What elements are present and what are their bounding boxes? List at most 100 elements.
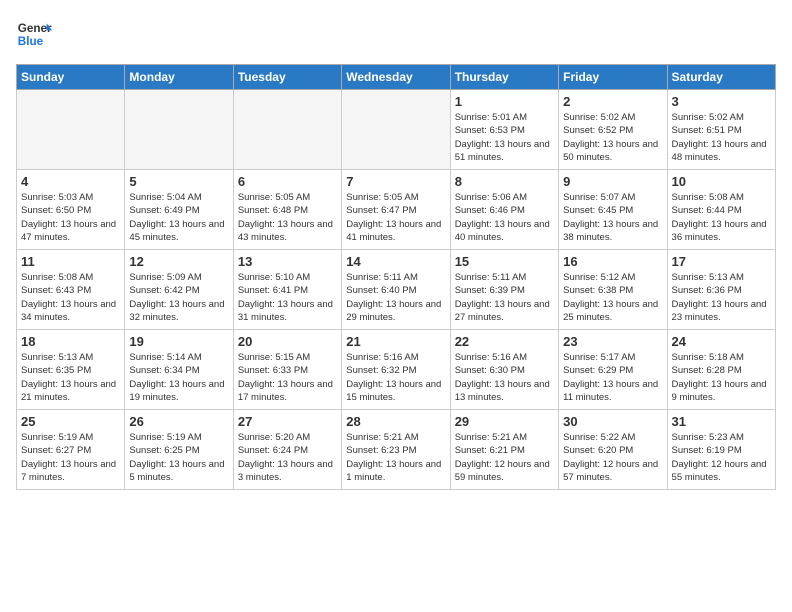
- day-detail: Sunrise: 5:08 AMSunset: 6:43 PMDaylight:…: [21, 271, 120, 324]
- day-number: 20: [238, 334, 337, 349]
- dow-header-monday: Monday: [125, 65, 233, 90]
- calendar-cell: 24 Sunrise: 5:18 AMSunset: 6:28 PMDayligh…: [667, 330, 775, 410]
- day-number: 11: [21, 254, 120, 269]
- day-detail: Sunrise: 5:07 AMSunset: 6:45 PMDaylight:…: [563, 191, 662, 244]
- day-detail: Sunrise: 5:10 AMSunset: 6:41 PMDaylight:…: [238, 271, 337, 324]
- day-number: 18: [21, 334, 120, 349]
- day-number: 23: [563, 334, 662, 349]
- day-number: 6: [238, 174, 337, 189]
- day-number: 16: [563, 254, 662, 269]
- calendar-cell: 1Sunrise: 5:01 AMSunset: 6:53 PMDaylight…: [450, 90, 558, 170]
- day-number: 8: [455, 174, 554, 189]
- day-detail: Sunrise: 5:13 AMSunset: 6:35 PMDaylight:…: [21, 351, 120, 404]
- day-number: 24: [672, 334, 771, 349]
- calendar-cell: 21 Sunrise: 5:16 AMSunset: 6:32 PMDayligh…: [342, 330, 450, 410]
- week-row-1: 1Sunrise: 5:01 AMSunset: 6:53 PMDaylight…: [17, 90, 776, 170]
- day-detail: Sunrise: 5:21 AMSunset: 6:21 PMDaylight:…: [455, 431, 554, 484]
- day-detail: Sunrise: 5:11 AMSunset: 6:39 PMDaylight:…: [455, 271, 554, 324]
- day-detail: Sunrise: 5:02 AMSunset: 6:52 PMDaylight:…: [563, 111, 662, 164]
- day-detail: Sunrise: 5:20 AMSunset: 6:24 PMDaylight:…: [238, 431, 337, 484]
- calendar-cell: 15 Sunrise: 5:11 AMSunset: 6:39 PMDayligh…: [450, 250, 558, 330]
- calendar-cell: 19Sunrise: 5:14 AMSunset: 6:34 PMDayligh…: [125, 330, 233, 410]
- day-number: 21: [346, 334, 445, 349]
- calendar-cell: 20 Sunrise: 5:15 AMSunset: 6:33 PMDayligh…: [233, 330, 341, 410]
- calendar-cell: [342, 90, 450, 170]
- day-number: 3: [672, 94, 771, 109]
- day-detail: Sunrise: 5:08 AMSunset: 6:44 PMDaylight:…: [672, 191, 771, 244]
- calendar-cell: [17, 90, 125, 170]
- calendar-cell: 6 Sunrise: 5:05 AMSunset: 6:48 PMDaylight…: [233, 170, 341, 250]
- dow-header-thursday: Thursday: [450, 65, 558, 90]
- day-detail: Sunrise: 5:12 AMSunset: 6:38 PMDaylight:…: [563, 271, 662, 324]
- day-detail: Sunrise: 5:11 AMSunset: 6:40 PMDaylight:…: [346, 271, 445, 324]
- day-detail: Sunrise: 5:13 AMSunset: 6:36 PMDaylight:…: [672, 271, 771, 324]
- day-number: 12: [129, 254, 228, 269]
- logo: General Blue: [16, 16, 52, 52]
- calendar-cell: 27 Sunrise: 5:20 AMSunset: 6:24 PMDayligh…: [233, 410, 341, 490]
- day-number: 14: [346, 254, 445, 269]
- day-detail: Sunrise: 5:18 AMSunset: 6:28 PMDaylight:…: [672, 351, 771, 404]
- calendar-cell: 30Sunrise: 5:22 AMSunset: 6:20 PMDayligh…: [559, 410, 667, 490]
- day-detail: Sunrise: 5:01 AMSunset: 6:53 PMDaylight:…: [455, 111, 554, 164]
- calendar-cell: 23 Sunrise: 5:17 AMSunset: 6:29 PMDayligh…: [559, 330, 667, 410]
- day-detail: Sunrise: 5:19 AMSunset: 6:27 PMDaylight:…: [21, 431, 120, 484]
- day-detail: Sunrise: 5:16 AMSunset: 6:30 PMDaylight:…: [455, 351, 554, 404]
- calendar-cell: 4 Sunrise: 5:03 AMSunset: 6:50 PMDaylight…: [17, 170, 125, 250]
- dow-header-saturday: Saturday: [667, 65, 775, 90]
- day-number: 15: [455, 254, 554, 269]
- calendar-cell: 18 Sunrise: 5:13 AMSunset: 6:35 PMDayligh…: [17, 330, 125, 410]
- calendar-cell: 3Sunrise: 5:02 AMSunset: 6:51 PMDaylight…: [667, 90, 775, 170]
- calendar-cell: 10Sunrise: 5:08 AMSunset: 6:44 PMDayligh…: [667, 170, 775, 250]
- day-number: 31: [672, 414, 771, 429]
- svg-text:Blue: Blue: [18, 35, 44, 48]
- day-detail: Sunrise: 5:05 AMSunset: 6:47 PMDaylight:…: [346, 191, 445, 244]
- day-detail: Sunrise: 5:05 AMSunset: 6:48 PMDaylight:…: [238, 191, 337, 244]
- day-number: 5: [129, 174, 228, 189]
- week-row-2: 4 Sunrise: 5:03 AMSunset: 6:50 PMDaylight…: [17, 170, 776, 250]
- calendar-cell: [233, 90, 341, 170]
- calendar-cell: 9Sunrise: 5:07 AMSunset: 6:45 PMDaylight…: [559, 170, 667, 250]
- day-detail: Sunrise: 5:17 AMSunset: 6:29 PMDaylight:…: [563, 351, 662, 404]
- day-number: 28: [346, 414, 445, 429]
- calendar-cell: [125, 90, 233, 170]
- day-number: 22: [455, 334, 554, 349]
- day-detail: Sunrise: 5:09 AMSunset: 6:42 PMDaylight:…: [129, 271, 228, 324]
- calendar-cell: 31 Sunrise: 5:23 AMSunset: 6:19 PMDayligh…: [667, 410, 775, 490]
- dow-header-friday: Friday: [559, 65, 667, 90]
- calendar-cell: 14 Sunrise: 5:11 AMSunset: 6:40 PMDayligh…: [342, 250, 450, 330]
- day-number: 27: [238, 414, 337, 429]
- dow-header-tuesday: Tuesday: [233, 65, 341, 90]
- day-detail: Sunrise: 5:22 AMSunset: 6:20 PMDaylight:…: [563, 431, 662, 484]
- calendar-cell: 5 Sunrise: 5:04 AMSunset: 6:49 PMDaylight…: [125, 170, 233, 250]
- day-number: 4: [21, 174, 120, 189]
- calendar-cell: 22 Sunrise: 5:16 AMSunset: 6:30 PMDayligh…: [450, 330, 558, 410]
- week-row-5: 25 Sunrise: 5:19 AMSunset: 6:27 PMDayligh…: [17, 410, 776, 490]
- day-detail: Sunrise: 5:04 AMSunset: 6:49 PMDaylight:…: [129, 191, 228, 244]
- calendar-cell: 17 Sunrise: 5:13 AMSunset: 6:36 PMDayligh…: [667, 250, 775, 330]
- day-detail: Sunrise: 5:06 AMSunset: 6:46 PMDaylight:…: [455, 191, 554, 244]
- dow-header-sunday: Sunday: [17, 65, 125, 90]
- calendar-cell: 29 Sunrise: 5:21 AMSunset: 6:21 PMDayligh…: [450, 410, 558, 490]
- calendar-cell: 25 Sunrise: 5:19 AMSunset: 6:27 PMDayligh…: [17, 410, 125, 490]
- day-number: 19: [129, 334, 228, 349]
- logo-icon: General Blue: [16, 16, 52, 52]
- day-number: 17: [672, 254, 771, 269]
- day-number: 13: [238, 254, 337, 269]
- calendar-cell: 7 Sunrise: 5:05 AMSunset: 6:47 PMDaylight…: [342, 170, 450, 250]
- week-row-4: 18 Sunrise: 5:13 AMSunset: 6:35 PMDayligh…: [17, 330, 776, 410]
- calendar-cell: 28Sunrise: 5:21 AMSunset: 6:23 PMDayligh…: [342, 410, 450, 490]
- day-detail: Sunrise: 5:16 AMSunset: 6:32 PMDaylight:…: [346, 351, 445, 404]
- day-number: 7: [346, 174, 445, 189]
- day-detail: Sunrise: 5:23 AMSunset: 6:19 PMDaylight:…: [672, 431, 771, 484]
- day-detail: Sunrise: 5:19 AMSunset: 6:25 PMDaylight:…: [129, 431, 228, 484]
- day-number: 25: [21, 414, 120, 429]
- page-header: General Blue: [16, 16, 776, 52]
- calendar-cell: 11 Sunrise: 5:08 AMSunset: 6:43 PMDayligh…: [17, 250, 125, 330]
- day-detail: Sunrise: 5:03 AMSunset: 6:50 PMDaylight:…: [21, 191, 120, 244]
- dow-header-wednesday: Wednesday: [342, 65, 450, 90]
- calendar-cell: 8 Sunrise: 5:06 AMSunset: 6:46 PMDaylight…: [450, 170, 558, 250]
- day-number: 29: [455, 414, 554, 429]
- week-row-3: 11 Sunrise: 5:08 AMSunset: 6:43 PMDayligh…: [17, 250, 776, 330]
- day-detail: Sunrise: 5:15 AMSunset: 6:33 PMDaylight:…: [238, 351, 337, 404]
- calendar-cell: 16 Sunrise: 5:12 AMSunset: 6:38 PMDayligh…: [559, 250, 667, 330]
